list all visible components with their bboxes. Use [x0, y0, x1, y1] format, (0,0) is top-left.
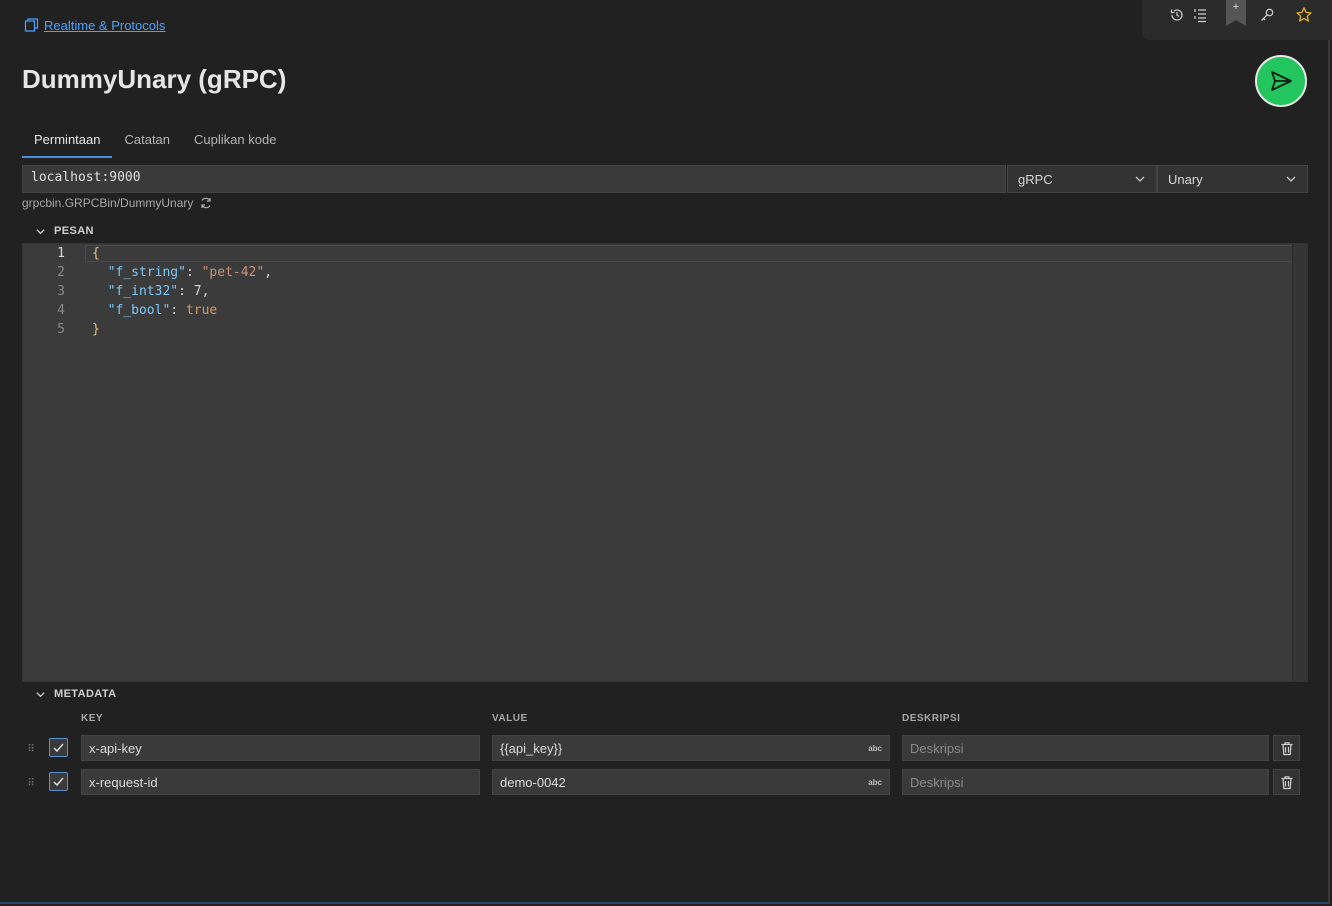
tab-request[interactable]: Permintaan — [22, 128, 113, 158]
json-colon: : — [185, 265, 202, 280]
tab-code-snippet[interactable]: Cuplikan kode — [182, 128, 288, 158]
metadata-description-input[interactable]: Deskripsi — [902, 735, 1269, 761]
line-number: 1 — [57, 246, 65, 261]
metadata-key-text: x-api-key — [89, 740, 142, 756]
delete-row-button[interactable] — [1273, 735, 1300, 761]
server-url-input[interactable]: localhost:9000 — [22, 165, 1006, 193]
json-colon: : — [170, 303, 186, 318]
line-number: 2 — [57, 265, 65, 280]
tab-notes[interactable]: Catatan — [112, 128, 182, 158]
protocol-select-value: gRPC — [1018, 171, 1053, 187]
code-line: "f_int32": 7, — [92, 282, 272, 301]
line-number: 4 — [57, 303, 65, 318]
code-line: { — [92, 244, 272, 263]
send-button[interactable] — [1255, 55, 1307, 107]
code-line: "f_bool": true — [92, 301, 272, 320]
metadata-key-input[interactable]: x-api-key — [81, 735, 480, 761]
column-header-key: KEY — [81, 713, 104, 724]
column-header-description: DESKRIPSI — [902, 713, 961, 724]
chevron-down-icon — [1285, 173, 1297, 185]
description-placeholder: Deskripsi — [910, 740, 964, 756]
metadata-section-label: METADATA — [54, 688, 117, 700]
bookmark-plus-label: + — [1232, 1, 1240, 13]
column-header-value: VALUE — [492, 713, 528, 724]
list-icon[interactable] — [1189, 4, 1211, 26]
checkmark-icon — [52, 775, 65, 788]
json-key: "f_string" — [107, 265, 186, 280]
metadata-description-input[interactable]: Deskripsi — [902, 769, 1269, 795]
delete-row-button[interactable] — [1273, 769, 1300, 795]
row-enabled-checkbox[interactable] — [49, 772, 68, 791]
metadata-key-text: x-request-id — [89, 774, 158, 790]
breadcrumb-collection-link[interactable]: Realtime & Protocols — [44, 18, 165, 33]
value-type-badge[interactable]: abc — [868, 744, 882, 753]
method-path-text: grpcbin.GRPCBin/DummyUnary — [22, 196, 194, 210]
breadcrumb: Realtime & Protocols — [24, 17, 165, 33]
send-icon — [1268, 68, 1294, 94]
history-icon[interactable] — [1166, 4, 1188, 26]
metadata-value-text: {{api_key}} — [500, 740, 563, 756]
code-line: "f_string": "pet-42", — [92, 263, 272, 282]
json-comma: , — [201, 284, 210, 299]
json-key: "f_bool" — [107, 303, 171, 318]
json-value: 7 — [193, 284, 202, 299]
star-icon[interactable] — [1293, 4, 1315, 26]
drag-handle[interactable]: ⠿ — [26, 777, 36, 789]
page-title: DummyUnary (gRPC) — [22, 64, 287, 94]
call-type-select[interactable]: Unary — [1157, 165, 1308, 193]
chevron-down-icon — [35, 226, 46, 237]
trash-icon — [1280, 741, 1294, 756]
metadata-key-input[interactable]: x-request-id — [81, 769, 480, 795]
message-section-toggle[interactable]: PESAN — [35, 225, 94, 237]
code-brace: } — [92, 322, 100, 337]
chevron-down-icon — [35, 689, 46, 700]
json-comma: , — [264, 265, 273, 280]
json-value: "pet-42" — [201, 265, 265, 280]
call-type-select-value: Unary — [1168, 171, 1203, 187]
drag-handle[interactable]: ⠿ — [26, 743, 36, 755]
refresh-icon[interactable] — [199, 196, 213, 210]
code-line: } — [92, 320, 272, 339]
metadata-section-toggle[interactable]: METADATA — [35, 688, 116, 700]
request-tabs: Permintaan Catatan Cuplikan kode — [22, 128, 288, 158]
checkmark-icon — [52, 741, 65, 754]
json-key: "f_int32" — [107, 284, 179, 299]
chevron-down-icon — [1134, 173, 1146, 185]
metadata-value-text: demo-0042 — [500, 774, 566, 790]
request-toolbar: + — [1142, 0, 1332, 40]
metadata-value-input[interactable]: {{api_key}} abc — [492, 735, 890, 761]
protocol-select[interactable]: gRPC — [1007, 165, 1157, 193]
json-value: true — [185, 303, 218, 318]
description-placeholder: Deskripsi — [910, 774, 964, 790]
editor-scrollbar[interactable] — [1292, 244, 1307, 681]
metadata-value-input[interactable]: demo-0042 abc — [492, 769, 890, 795]
key-icon[interactable] — [1256, 4, 1278, 26]
message-section-label: PESAN — [54, 225, 94, 237]
code-brace: { — [92, 246, 100, 261]
row-enabled-checkbox[interactable] — [49, 738, 68, 757]
message-editor[interactable]: 1 2 3 4 5 { "f_string": "pet-42", "f_int… — [22, 243, 1308, 682]
bookmark-icon[interactable]: + — [1226, 0, 1246, 26]
method-path: grpcbin.GRPCBin/DummyUnary — [22, 196, 213, 210]
trash-icon — [1280, 775, 1294, 790]
editor-code: { "f_string": "pet-42", "f_int32": 7, "f… — [92, 244, 272, 339]
line-number: 3 — [57, 284, 65, 299]
value-type-badge[interactable]: abc — [868, 778, 882, 787]
collection-icon — [24, 17, 40, 33]
editor-gutter: 1 2 3 4 5 — [23, 244, 71, 339]
line-number: 5 — [57, 322, 65, 337]
json-colon: : — [178, 284, 194, 299]
